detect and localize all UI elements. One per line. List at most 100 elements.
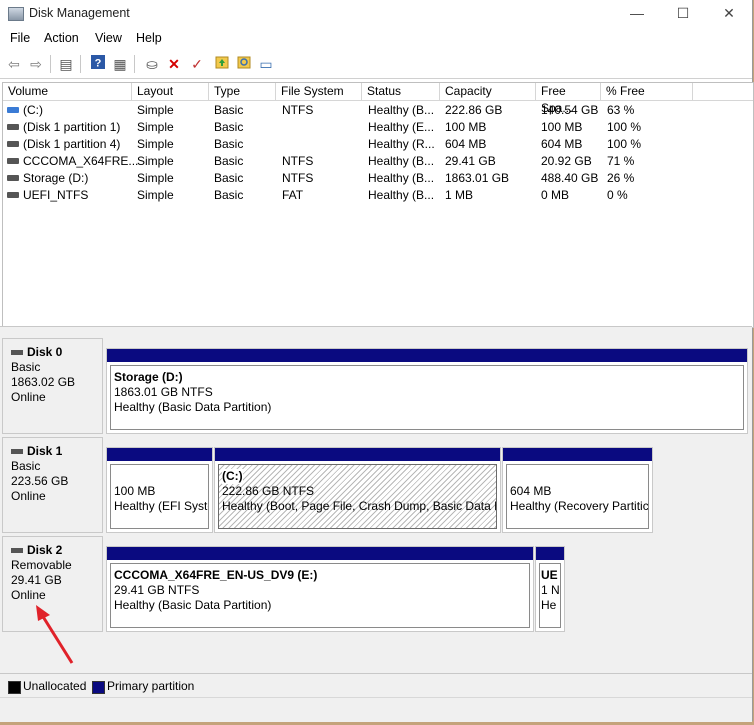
menu-bar: File Action View Help [0,28,752,50]
col-capacity[interactable]: Capacity [440,83,536,100]
cell-volume: (C:) [23,103,43,117]
table-row[interactable]: (C:) Simple Basic NTFS Healthy (B... 222.86 G… [3,102,753,119]
partition-storage-d[interactable]: Storage (D:) 1863.01 GB NTFS Healthy (Ba… [106,348,748,434]
primary-partition-bar [107,349,747,362]
cell-layout: Simple [137,137,174,151]
cell-layout: Simple [137,171,174,185]
menu-action[interactable]: Action [44,31,79,45]
cell-capacity: 1 MB [445,188,474,202]
search-folder-icon[interactable] [234,54,254,74]
volume-list-header: Volume Layout Type File System Status Ca… [3,83,753,115]
close-button[interactable]: ✕ [706,0,752,28]
status-bar [0,697,752,722]
minimize-button[interactable]: — [614,0,660,28]
col-status[interactable]: Status [362,83,440,100]
col-volume[interactable]: Volume [3,83,132,100]
table-row[interactable]: Storage (D:) Simple Basic NTFS Healthy (B...… [3,170,753,187]
forward-arrow-icon[interactable]: ⇨ [26,54,46,74]
delete-icon[interactable]: ✕ [164,54,184,74]
volume-icon [7,124,19,130]
help-icon[interactable]: ? [88,54,108,74]
disk-name: Disk 0 [27,345,63,359]
col-layout[interactable]: Layout [132,83,209,100]
partition-status: He [541,598,557,612]
cell-capacity: 604 MB [445,137,487,151]
partition-cccoma-e[interactable]: CCCOMA_X64FRE_EN-US_DV9 (E:) 29.41 GB NT… [106,546,534,632]
toolbar: ⇦ ⇨ ▤ ? ▦ ⛀ ✕ ✓ ▭ [0,50,752,79]
primary-partition-bar [503,448,652,461]
cell-layout: Simple [137,120,174,134]
volume-icon [7,192,19,198]
partition-name: Storage (D:) [114,370,183,384]
cell-status: Healthy (B... [368,103,435,117]
connect-drive-icon[interactable]: ⛀ [142,54,162,74]
disk-graph-view: Disk 0 Basic 1863.02 GB Online Storage (… [0,333,752,673]
partition-uefi-ntfs[interactable]: UE 1 N He [535,546,565,632]
properties-icon[interactable]: ▭ [256,54,276,74]
cell-free: 100 MB [541,120,583,134]
cell-pct: 63 % [607,103,635,117]
table-row[interactable]: (Disk 1 partition 1) Simple Basic Healthy (… [3,119,753,136]
disk-kind: Basic [11,360,41,374]
disk-label[interactable]: Disk 1 Basic 223.56 GB Online [2,437,103,533]
primary-partition-bar [215,448,500,461]
table-row[interactable]: UEFI_NTFS Simple Basic FAT Healthy (B... 1 MB… [3,187,753,204]
legend-unallocated: Unallocated [23,679,87,693]
partition-detail: 604 MB [510,484,552,498]
disk-management-window: Disk Management — ☐ ✕ File Action View H… [0,0,754,722]
cell-capacity: 1863.01 GB [445,171,510,185]
annotation-arrow-icon [36,605,74,664]
cell-type: Basic [214,154,244,168]
disk-row: Disk 0 Basic 1863.02 GB Online Storage (… [2,338,750,434]
cell-volume: (Disk 1 partition 4) [23,137,121,151]
properties-pane-icon[interactable]: ▦ [110,54,130,74]
cell-fs: NTFS [282,103,314,117]
cell-status: Healthy (R... [368,137,435,151]
disk-row: Disk 2 Removable 29.41 GB Online CCCOMA_… [2,536,750,632]
cell-status: Healthy (B... [368,171,435,185]
disk-icon [11,548,23,554]
partition-detail: 1 N [541,583,560,597]
cell-status: Healthy (B... [368,154,435,168]
partition-efi[interactable]: 100 MB Healthy (EFI Syste [106,447,213,533]
volume-list: Volume Layout Type File System Status Ca… [2,82,754,328]
console-tree-icon[interactable]: ▤ [56,54,76,74]
primary-partition-bar [107,547,533,560]
volume-icon [7,107,19,113]
cell-layout: Simple [137,188,174,202]
cell-type: Basic [214,120,244,134]
col-percent-free[interactable]: % Free [601,83,693,100]
maximize-button[interactable]: ☐ [660,0,706,28]
back-arrow-icon[interactable]: ⇦ [4,54,24,74]
partition-detail: 100 MB [114,484,156,498]
disk-size: 1863.02 GB [11,375,76,389]
cell-capacity: 222.86 GB [445,103,503,117]
partition-detail: 1863.01 GB NTFS [114,385,213,399]
volume-icon [7,175,19,181]
disk-state: Online [11,390,46,404]
table-row[interactable]: CCCOMA_X64FRE... Simple Basic NTFS Healthy (… [3,153,753,170]
col-free-space[interactable]: Free Spa... [536,83,601,115]
partition-recovery[interactable]: 604 MB Healthy (Recovery Partitic [502,447,653,533]
cell-fs: NTFS [282,171,314,185]
partition-name: UE [541,568,558,582]
folder-up-icon[interactable] [212,54,232,74]
table-row[interactable]: (Disk 1 partition 4) Simple Basic Healthy (… [3,136,753,153]
disk-icon [11,350,23,356]
cell-free: 140.54 GB [541,103,599,117]
cell-fs: NTFS [282,154,314,168]
window-title: Disk Management [29,6,130,20]
menu-file[interactable]: File [10,31,30,45]
cell-fs: FAT [282,188,304,202]
cell-volume: UEFI_NTFS [23,188,89,202]
partition-c[interactable]: (C:) 222.86 GB NTFS Healthy (Boot, Page … [214,447,501,533]
cell-free: 488.40 GB [541,171,599,185]
partition-status: Healthy (EFI Syste [114,499,209,513]
disk-state: Online [11,489,46,503]
col-type[interactable]: Type [209,83,276,100]
disk-label[interactable]: Disk 0 Basic 1863.02 GB Online [2,338,103,434]
menu-help[interactable]: Help [136,31,162,45]
check-icon[interactable]: ✓ [187,54,207,74]
col-file-system[interactable]: File System [276,83,362,100]
menu-view[interactable]: View [95,31,122,45]
